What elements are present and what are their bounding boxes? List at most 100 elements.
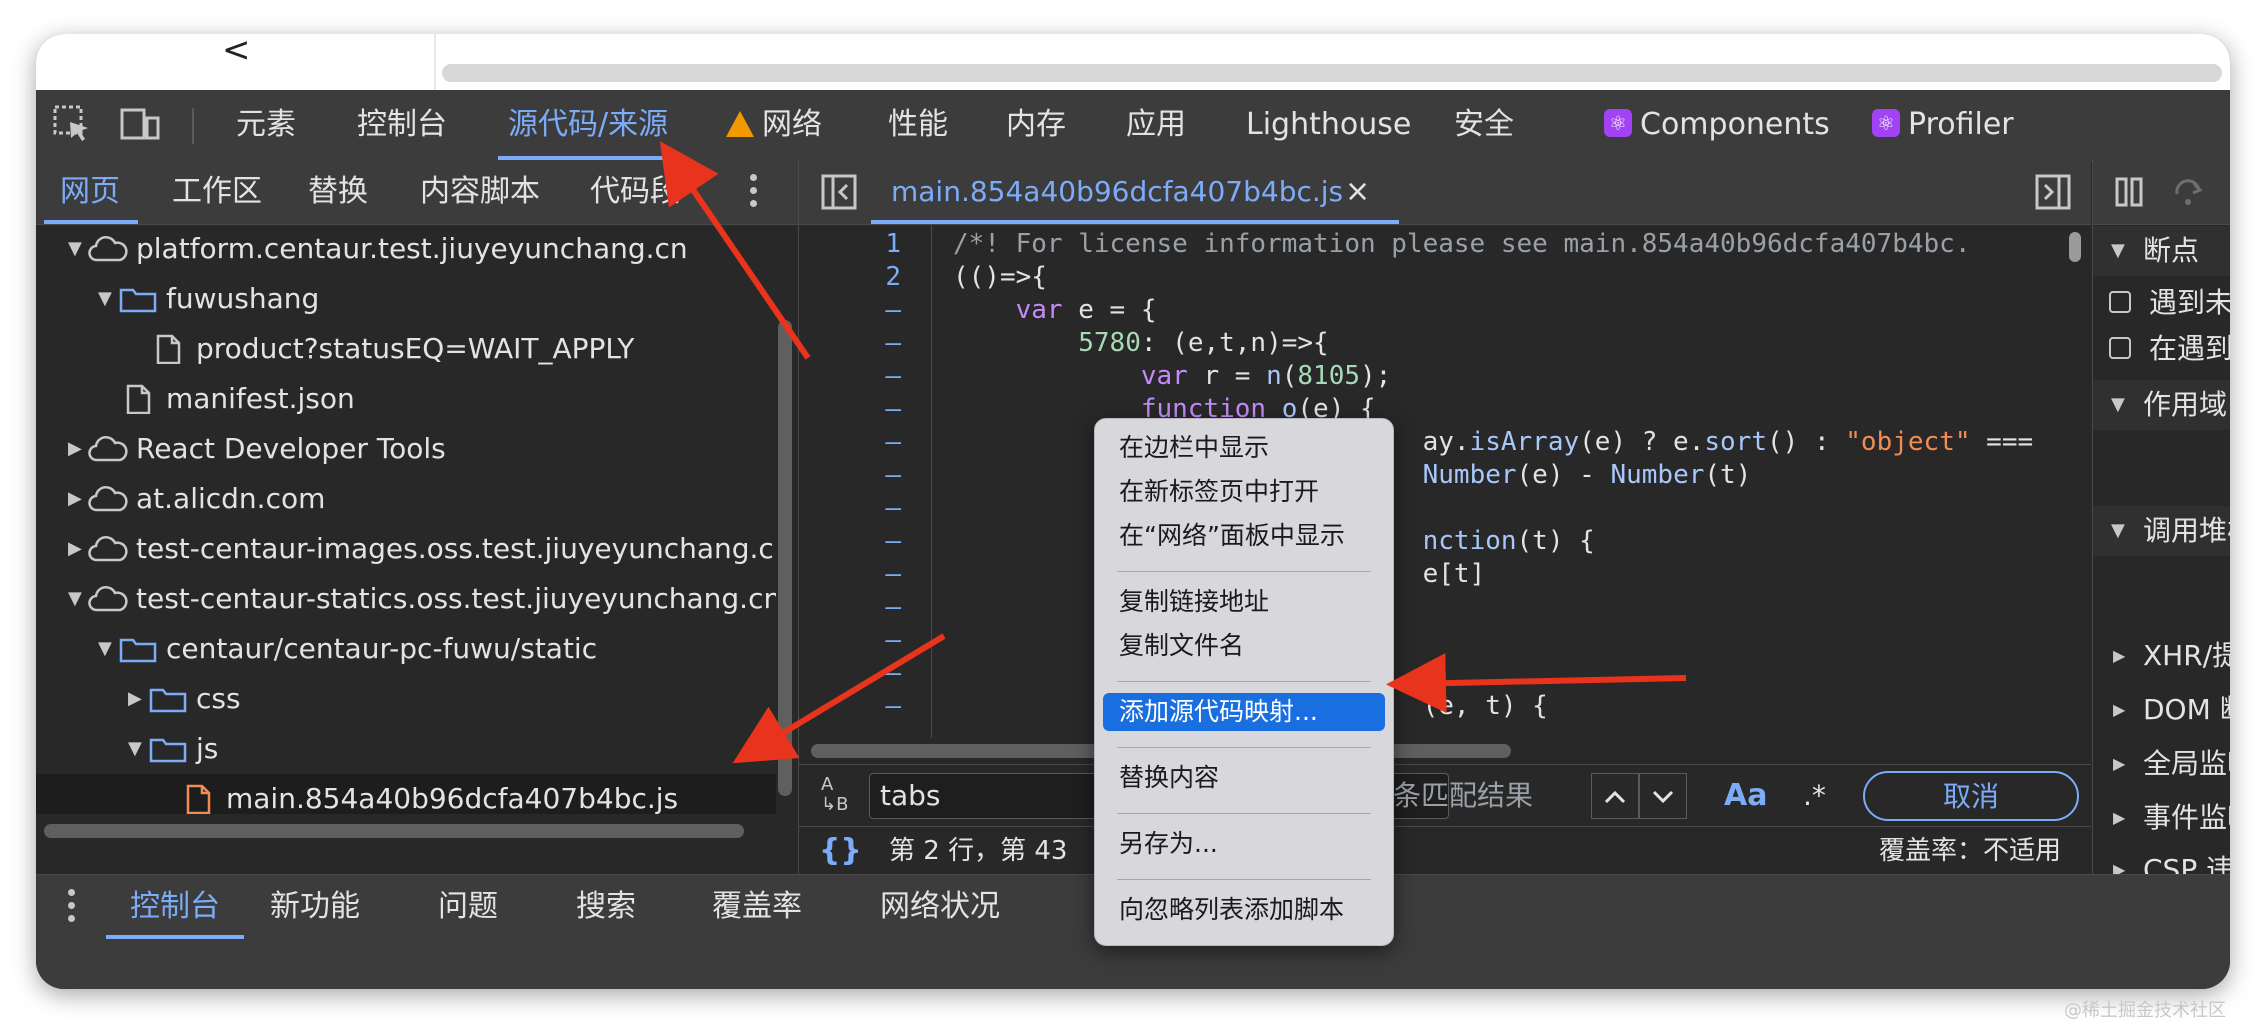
expanded-triangle-icon[interactable]: ▼: [128, 724, 148, 774]
tab-security[interactable]: 安全: [1454, 90, 1514, 160]
tab-profiler[interactable]: ⚛ Profiler: [1872, 90, 2014, 160]
tree-item[interactable]: main.854a40b96dcfa407b4bc.js: [36, 774, 776, 814]
menu-reveal-in-network[interactable]: 在“网络”面板中显示: [1103, 517, 1385, 555]
line-number[interactable]: –: [885, 558, 901, 591]
drawer-menu-icon[interactable]: [68, 889, 76, 925]
pause-icon[interactable]: [2113, 176, 2145, 208]
replace-toggle-icon[interactable]: A ↳B: [821, 775, 848, 815]
pause-caught-checkbox[interactable]: 在遇到异: [2093, 326, 2230, 372]
code-line[interactable]: /*! For license information please see m…: [953, 228, 1970, 261]
line-number[interactable]: 1: [885, 228, 901, 261]
line-number[interactable]: 2: [885, 261, 901, 294]
menu-add-source-map[interactable]: 添加源代码映射...: [1103, 693, 1385, 731]
line-number[interactable]: –: [885, 393, 901, 426]
device-toolbar-icon[interactable]: [120, 104, 160, 144]
expanded-triangle-icon[interactable]: ▼: [68, 574, 88, 624]
tree-horizontal-scrollbar[interactable]: [44, 824, 744, 838]
regex-button[interactable]: .*: [1803, 765, 1826, 827]
pause-uncaught-checkbox[interactable]: 遇到未捕: [2093, 280, 2230, 326]
match-case-button[interactable]: Aa: [1724, 765, 1767, 827]
code-line[interactable]: 5780: (e,t,n)=>{: [953, 327, 1328, 360]
drawer-tab-issues[interactable]: 问题: [438, 875, 498, 939]
tree-item[interactable]: product?statusEQ=WAIT_APPLY: [36, 324, 776, 374]
tab-memory[interactable]: 内存: [1006, 90, 1066, 160]
code-line[interactable]: var r = n(8105);: [953, 360, 1392, 393]
nav-tab-page[interactable]: 网页: [44, 160, 138, 224]
event-listeners-section[interactable]: ▶事件监听: [2093, 794, 2230, 842]
scope-section[interactable]: ▼ 作用域: [2093, 380, 2230, 430]
tab-sources[interactable]: 源代码/来源: [497, 90, 679, 160]
line-number[interactable]: –: [885, 327, 901, 360]
cancel-button[interactable]: 取消: [1863, 771, 2079, 821]
menu-copy-link-address[interactable]: 复制链接地址: [1103, 583, 1385, 621]
global-listeners-section[interactable]: ▶全局监听: [2093, 740, 2230, 788]
nav-tab-snippets[interactable]: 代码段: [590, 160, 680, 224]
back-arrow[interactable]: <: [222, 34, 251, 70]
tab-elements[interactable]: 元素: [236, 90, 296, 160]
close-tab-icon[interactable]: ×: [1345, 160, 1370, 224]
drawer-tab-console[interactable]: 控制台: [106, 875, 244, 939]
more-options-icon[interactable]: [750, 174, 758, 210]
tab-application[interactable]: 应用: [1126, 90, 1186, 160]
menu-open-in-new-tab[interactable]: 在新标签页中打开: [1103, 473, 1385, 511]
tree-item[interactable]: ▼ fuwushang: [36, 274, 776, 324]
nav-tab-overrides[interactable]: 替换: [308, 160, 368, 224]
tree-vertical-scrollbar[interactable]: [778, 320, 792, 796]
menu-copy-file-name[interactable]: 复制文件名: [1103, 627, 1385, 665]
tab-console[interactable]: 控制台: [357, 90, 447, 160]
xhr-breakpoints-section[interactable]: ▶XHR/提取: [2093, 632, 2230, 680]
tree-item[interactable]: manifest.json: [36, 374, 776, 424]
inspect-element-icon[interactable]: [52, 104, 92, 144]
tree-item[interactable]: ▼ platform.centaur.test.jiuyeyunchang.cn: [36, 224, 776, 274]
call-stack-section[interactable]: ▼调用堆栈: [2093, 506, 2230, 556]
tab-performance[interactable]: 性能: [888, 90, 948, 160]
code-line[interactable]: var e = {: [953, 294, 1157, 327]
line-number[interactable]: –: [885, 492, 901, 525]
line-number[interactable]: –: [885, 657, 901, 690]
tree-item[interactable]: ▶ css: [36, 674, 776, 724]
collapsed-triangle-icon[interactable]: ▶: [128, 674, 148, 724]
collapsed-triangle-icon[interactable]: ▶: [68, 524, 88, 574]
page-horizontal-scrollbar[interactable]: [442, 64, 2222, 82]
drawer-tab-whats-new[interactable]: 新功能: [270, 875, 360, 939]
line-number[interactable]: –: [885, 525, 901, 558]
expanded-triangle-icon[interactable]: ▼: [68, 224, 88, 274]
drawer-tab-network-conditions[interactable]: 网络状况: [880, 875, 1000, 939]
line-number[interactable]: –: [885, 294, 901, 327]
tree-item[interactable]: ▼ centaur/centaur-pc-fuwu/static: [36, 624, 776, 674]
toggle-navigator-icon[interactable]: [821, 174, 857, 210]
expanded-triangle-icon[interactable]: ▼: [98, 274, 118, 324]
code-line[interactable]: (()=>{: [953, 261, 1047, 294]
drawer-tab-coverage[interactable]: 覆盖率: [712, 875, 802, 939]
line-number[interactable]: –: [885, 360, 901, 393]
dom-breakpoints-section[interactable]: ▶DOM 断点: [2093, 686, 2230, 734]
line-number[interactable]: –: [885, 690, 901, 723]
tree-item[interactable]: ▼ test-centaur-statics.oss.test.jiuyeyunc…: [36, 574, 776, 624]
line-number[interactable]: –: [885, 426, 901, 459]
tab-components[interactable]: ⚛ Components: [1604, 90, 1830, 160]
pretty-print-icon[interactable]: {}: [819, 827, 862, 875]
next-match-button[interactable]: [1639, 773, 1687, 819]
toggle-debugger-icon[interactable]: [2035, 174, 2071, 210]
menu-reveal-in-sidebar[interactable]: 在边栏中显示: [1103, 429, 1385, 467]
tab-network[interactable]: 网络: [726, 90, 822, 160]
expanded-triangle-icon[interactable]: ▼: [98, 624, 118, 674]
menu-save-as[interactable]: 另存为...: [1103, 825, 1385, 863]
csp-breakpoints-section[interactable]: ▶CSP 违规: [2093, 846, 2230, 874]
editor-vertical-scrollbar[interactable]: [2069, 232, 2081, 262]
editor-file-tab[interactable]: main.854a40b96dcfa407b4bc.js: [870, 160, 1400, 224]
line-number[interactable]: –: [885, 591, 901, 624]
tree-item[interactable]: ▼ js: [36, 724, 776, 774]
tree-item[interactable]: ▶ at.alicdn.com: [36, 474, 776, 524]
collapsed-triangle-icon[interactable]: ▶: [68, 424, 88, 474]
collapsed-triangle-icon[interactable]: ▶: [68, 474, 88, 524]
menu-override-content[interactable]: 替换内容: [1103, 759, 1385, 797]
tab-lighthouse[interactable]: Lighthouse: [1246, 90, 1411, 160]
drawer-tab-search[interactable]: 搜索: [576, 875, 636, 939]
line-number[interactable]: –: [885, 459, 901, 492]
nav-tab-content-scripts[interactable]: 内容脚本: [420, 160, 540, 224]
previous-match-button[interactable]: [1591, 773, 1639, 819]
step-over-icon[interactable]: [2173, 176, 2205, 208]
tree-item[interactable]: ▶ test-centaur-images.oss.test.jiuyeyunch…: [36, 524, 776, 574]
line-number[interactable]: –: [885, 624, 901, 657]
